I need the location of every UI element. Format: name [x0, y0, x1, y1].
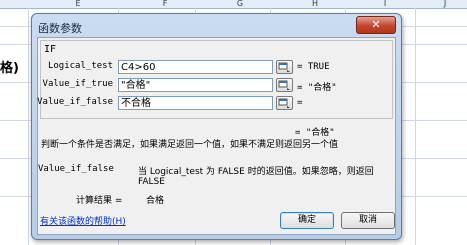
- collapse-dialog-button[interactable]: [276, 96, 293, 110]
- ok-button[interactable]: 确定: [280, 212, 334, 229]
- value-if-true-result: = "合格": [297, 83, 337, 93]
- range-select-icon: [278, 62, 290, 72]
- calc-result-label: 计算结果 =: [76, 196, 123, 206]
- arg-label-logical-test: Logical_test: [47, 61, 113, 71]
- function-name: IF: [44, 44, 57, 55]
- value-if-false-result: =: [297, 98, 303, 108]
- partial-cell-text: 格): [0, 61, 19, 76]
- arguments-group: IF Logical_test C4>60 = TRUE Value_if_tr…: [37, 40, 393, 119]
- dialog-body: IF Logical_test C4>60 = TRUE Value_if_tr…: [37, 37, 396, 235]
- title-bar[interactable]: 函数参数 ✕: [32, 14, 401, 36]
- value-if-false-input[interactable]: 不合格: [118, 96, 273, 110]
- column-header-e[interactable]: E: [63, 0, 93, 8]
- column-header-f[interactable]: F: [150, 0, 180, 8]
- collapse-dialog-button[interactable]: [276, 60, 293, 74]
- collapse-dialog-button[interactable]: [276, 78, 293, 92]
- function-arguments-dialog: 函数参数 ✕ IF Logical_test C4>60 = TRUE Valu…: [31, 13, 402, 240]
- logical-test-input[interactable]: C4>60: [118, 60, 273, 74]
- arg-label-value-if-true: Value_if_true: [42, 79, 113, 89]
- range-select-icon: [278, 80, 290, 90]
- function-description: 判断一个条件是否满足，如果满足返回一个值，如果不满足则返回另一个值: [41, 140, 339, 150]
- column-header-i[interactable]: I: [370, 0, 400, 8]
- column-header-j[interactable]: J: [430, 0, 460, 8]
- value-if-true-input[interactable]: "合格": [118, 78, 273, 92]
- parameter-name: Value_if_false: [38, 164, 114, 174]
- range-select-icon: [278, 98, 290, 108]
- column-header-h[interactable]: H: [300, 0, 330, 8]
- close-icon: ✕: [371, 18, 381, 31]
- calc-result-value: 合格: [146, 196, 165, 206]
- logical-test-result: = TRUE: [297, 62, 330, 72]
- arg-label-value-if-false: Value_if_false: [37, 97, 113, 107]
- close-button[interactable]: ✕: [356, 16, 396, 34]
- cancel-button[interactable]: 取消: [341, 212, 395, 229]
- column-header-g[interactable]: G: [225, 0, 255, 8]
- dialog-title: 函数参数: [38, 22, 82, 35]
- parameter-description: 当 Logical_test 为 FALSE 时的返回值。如果忽略，则返回 FA…: [138, 167, 374, 187]
- help-link[interactable]: 有关该函数的帮助(H): [40, 214, 126, 227]
